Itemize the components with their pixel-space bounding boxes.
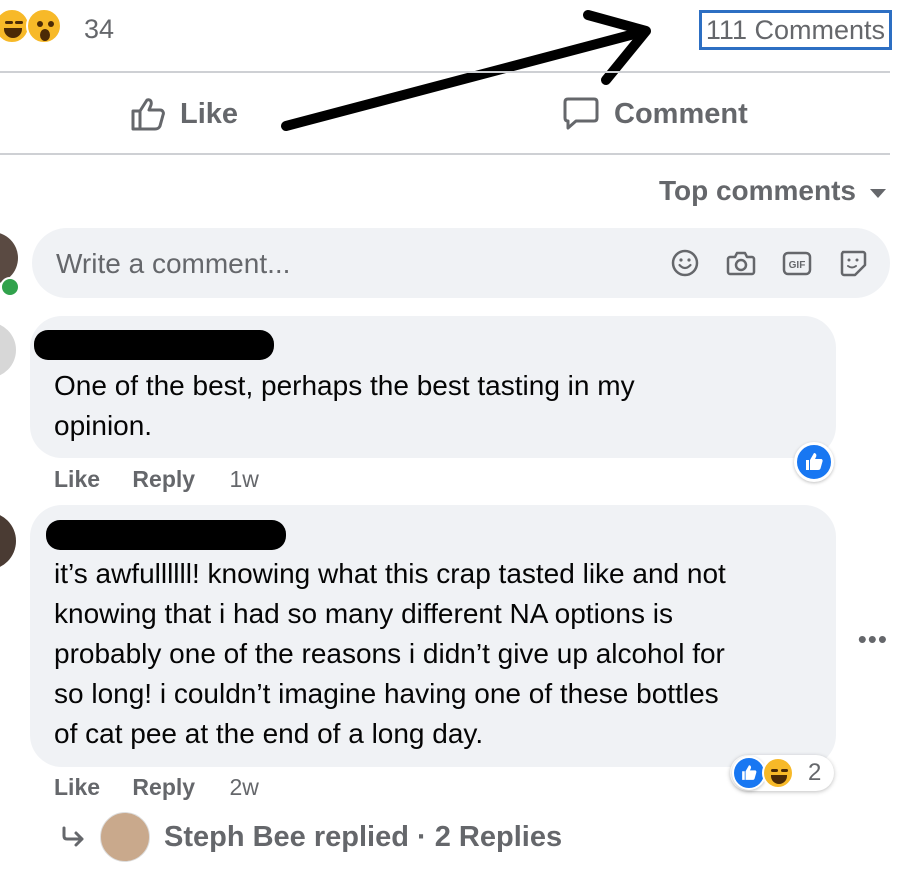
reaction-summary-count: 2 [808,759,822,786]
comment-reply-link[interactable]: Reply [132,466,195,492]
comment-actions: Like Reply 1w [54,466,259,493]
chevron-down-icon [870,188,886,198]
view-replies-link[interactable]: Steph Bee replied · 2 Replies [60,812,562,862]
comment-text: One of the best, perhaps the best tastin… [54,366,824,446]
thumbs-up-icon [742,765,757,780]
comment-input[interactable]: Write a comment... [32,228,890,298]
commenter-avatar[interactable] [0,512,16,570]
redacted-author-name [34,330,274,360]
like-reaction-badge[interactable] [794,442,834,482]
divider-bottom [0,153,890,155]
like-reaction-icon [732,756,766,790]
comments-count-link[interactable]: 111 Comments [698,10,892,50]
online-status-dot [0,277,20,297]
comment-action-button[interactable]: Comment [562,94,748,134]
comment-text-line: knowing that i had so many different NA … [54,598,673,629]
haha-icon [762,757,794,789]
thumbs-up-icon [131,98,165,131]
reaction-count[interactable]: 34 [84,14,114,45]
like-action-label: Like [180,97,239,130]
svg-text:GIF: GIF [789,260,806,271]
comment-input-placeholder: Write a comment... [56,248,291,279]
divider-top [0,71,890,73]
comment-bubble-icon [563,97,599,130]
gif-icon[interactable]: GIF [782,248,812,278]
comment-text: it’s awfullllll! knowing what this crap … [54,554,824,754]
comment-text-line: One of the best, perhaps the best tastin… [54,370,635,401]
comment-reply-link[interactable]: Reply [132,774,195,800]
comment-action-label: Comment [614,97,748,130]
comment-text-line: so long! i couldn’t imagine having one o… [54,678,719,709]
sort-comments-dropdown[interactable]: Top comments [659,175,886,207]
thumbs-up-icon [806,453,823,470]
camera-icon[interactable] [726,248,756,278]
comment-text-line: probably one of the reasons i didn’t giv… [54,638,725,669]
comment-text-line: it’s awfullllll! knowing what this crap … [54,558,726,589]
replier-avatar [100,812,150,862]
wow-icon [26,8,62,44]
reaction-summary[interactable]: 2 [730,755,834,791]
redacted-author-name [46,520,286,550]
comment-text-line: of cat pee at the end of a long day. [54,718,484,749]
emoji-icon[interactable] [670,248,700,278]
comment-actions: Like Reply 2w [54,774,259,801]
more-options-icon[interactable]: ••• [858,624,888,655]
like-action-button[interactable]: Like [130,94,238,134]
commenter-avatar[interactable] [0,322,16,378]
comment-text-line: opinion. [54,410,153,441]
comment-timestamp[interactable]: 1w [229,466,258,492]
comment-like-link[interactable]: Like [54,774,100,800]
comment-timestamp[interactable]: 2w [229,774,258,800]
comment-like-link[interactable]: Like [54,466,100,492]
sticker-icon[interactable] [838,248,868,278]
replies-label: Steph Bee replied · 2 Replies [164,820,563,853]
reply-arrow-icon [62,826,84,847]
sort-label: Top comments [658,175,856,206]
